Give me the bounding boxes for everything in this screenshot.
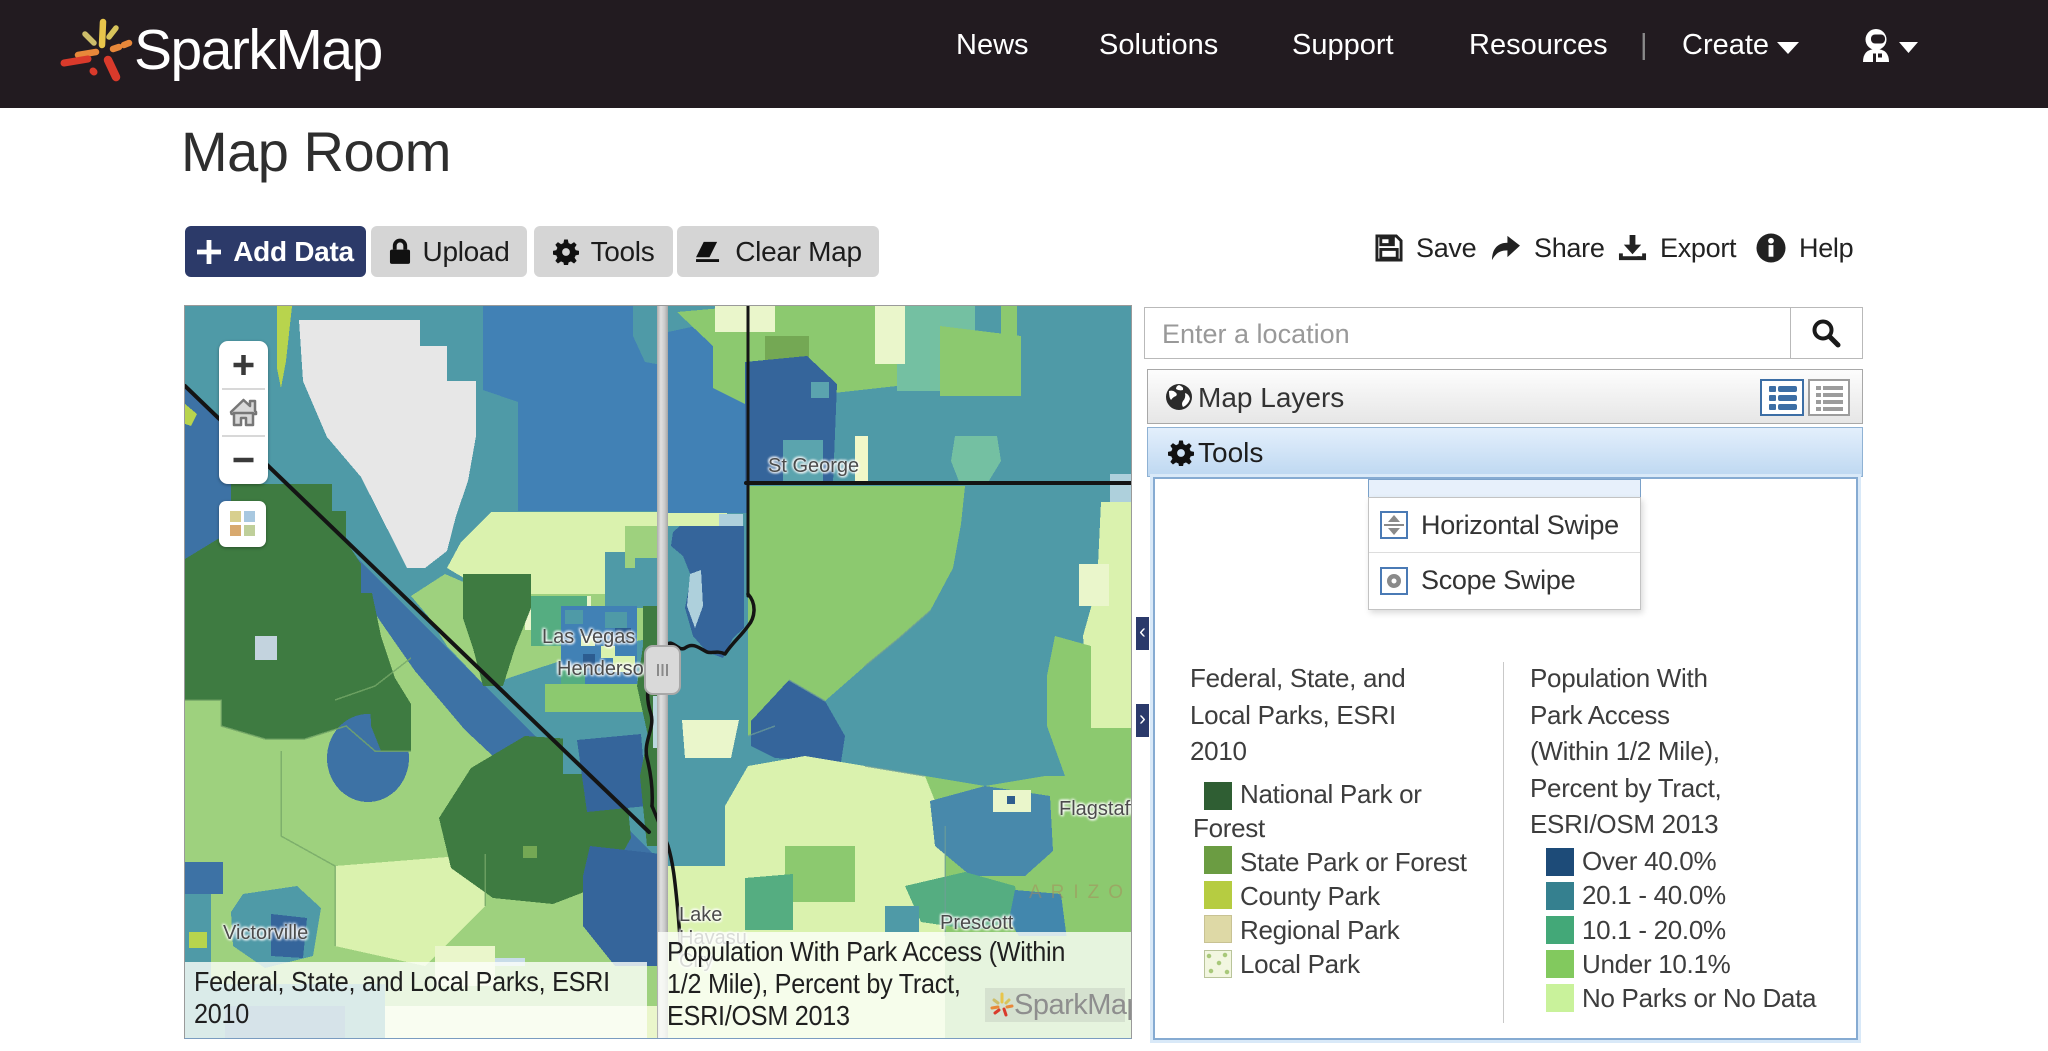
svg-text:ARIZONA: ARIZONA bbox=[1029, 882, 1132, 903]
